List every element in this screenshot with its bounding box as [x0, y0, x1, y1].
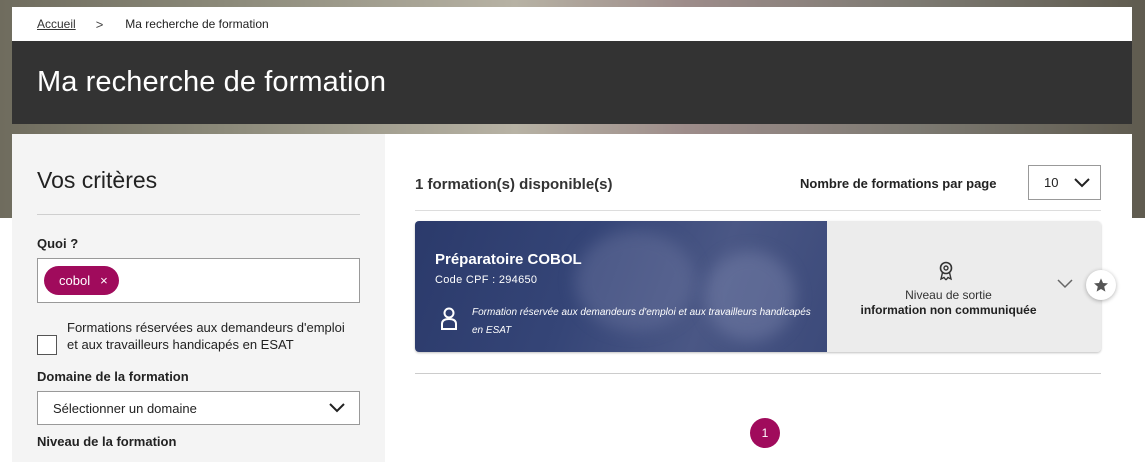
domain-label: Domaine de la formation [37, 369, 189, 384]
results-count: 1 formation(s) disponible(s) [415, 176, 613, 193]
reserved-checkbox[interactable] [37, 335, 57, 355]
chevron-down-icon [329, 403, 345, 413]
reserved-filter-row: Formations réservées aux demandeurs d'em… [37, 319, 360, 355]
chevron-down-icon[interactable] [1057, 279, 1073, 289]
results-bottom-divider [415, 373, 1101, 374]
domain-select[interactable]: Sélectionner un domaine [37, 391, 360, 425]
criteria-panel: Vos critères Quoi ? cobol × Formations r… [12, 134, 385, 462]
formation-note: Formation réservée aux demandeurs d'empl… [472, 307, 811, 336]
favorite-button[interactable] [1086, 270, 1116, 300]
person-icon [441, 307, 457, 330]
chevron-right-icon: > [95, 16, 104, 32]
reserved-checkbox-label[interactable]: Formations réservées aux demandeurs d'em… [67, 319, 347, 355]
niveau-sortie-label: Niveau de sortie [905, 288, 992, 302]
results-panel: 1 formation(s) disponible(s) Nombre de f… [385, 134, 1132, 462]
formation-card-image: Préparatoire COBOL Code CPF : 294650 For… [415, 221, 827, 352]
quoi-input[interactable]: cobol × [37, 258, 360, 303]
breadcrumb: Accueil > Ma recherche de formation [12, 7, 1132, 41]
award-icon [939, 261, 953, 281]
formation-title[interactable]: Préparatoire COBOL [435, 251, 582, 268]
quoi-label: Quoi ? [37, 236, 79, 251]
criteria-divider [37, 214, 360, 215]
chevron-down-icon [1074, 177, 1090, 187]
pagination-page-1[interactable]: 1 [750, 418, 780, 448]
page-title: Ma recherche de formation [37, 66, 387, 98]
formation-code: Code CPF : 294650 [435, 274, 538, 286]
star-icon [1094, 278, 1108, 292]
keyword-chip: cobol × [44, 266, 119, 295]
keyword-chip-label: cobol [59, 273, 91, 288]
per-page-select[interactable]: 10 [1028, 165, 1101, 200]
formation-card[interactable]: Préparatoire COBOL Code CPF : 294650 For… [415, 221, 1101, 352]
per-page-label: Nombre de formations par page [800, 176, 997, 191]
niveau-label: Niveau de la formation [37, 434, 177, 449]
breadcrumb-current: Ma recherche de formation [125, 17, 269, 31]
niveau-sortie-value: information non communiquée [860, 303, 1037, 317]
formation-card-details: Niveau de sortie information non communi… [827, 221, 1101, 352]
breadcrumb-home-link[interactable]: Accueil [37, 17, 76, 31]
domain-select-value: Sélectionner un domaine [53, 400, 197, 416]
close-icon[interactable]: × [100, 273, 108, 288]
criteria-title: Vos critères [37, 167, 158, 193]
results-divider [415, 210, 1101, 211]
per-page-value: 10 [1044, 175, 1059, 190]
page-header: Ma recherche de formation [12, 41, 1132, 124]
